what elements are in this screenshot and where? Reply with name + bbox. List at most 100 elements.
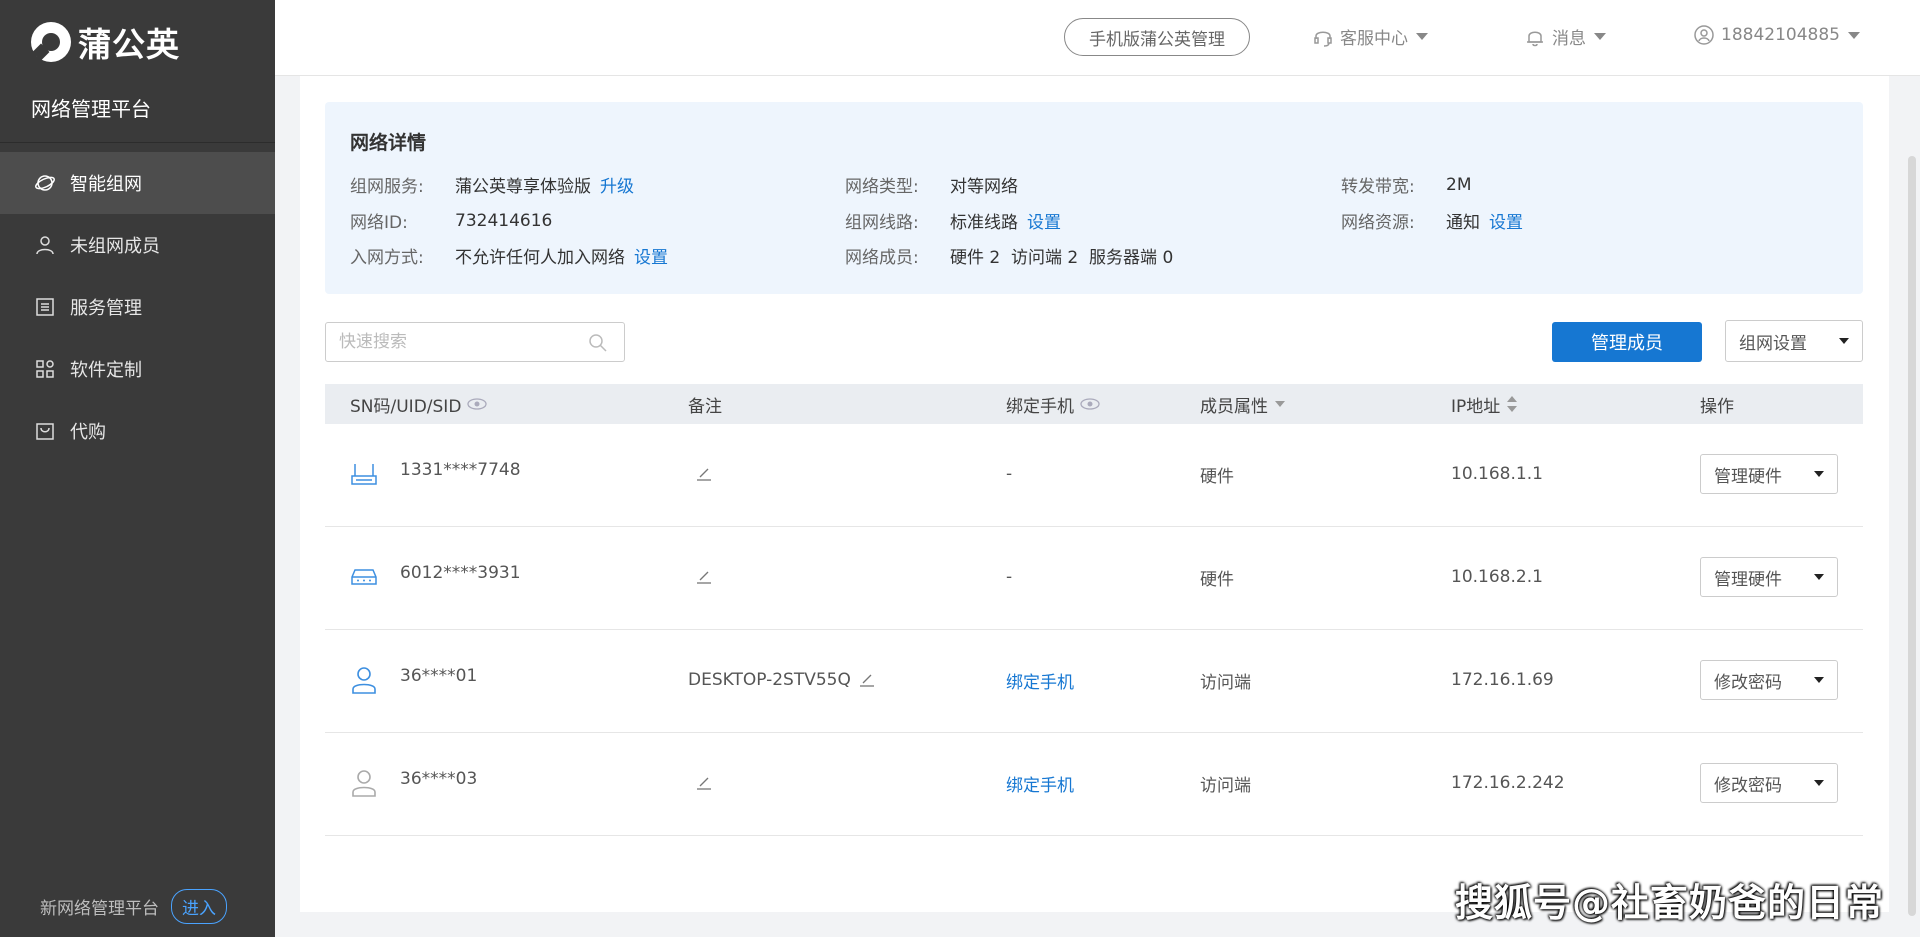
col-action: 操作 (1700, 396, 1734, 417)
bag-icon (36, 423, 54, 440)
sidebar-item-label: 服务管理 (70, 298, 142, 319)
side-nav: 智能组网 未组网成员 服务管理 软件定制 代购 (0, 152, 275, 462)
bind-phone-link[interactable]: 绑定手机 (1006, 733, 1074, 833)
network-settings-label: 组网设置 (1739, 333, 1807, 354)
detail-label: 网络资源: (1341, 213, 1415, 233)
sidebar-item-purchase[interactable]: 代购 (0, 400, 275, 462)
row-action-label: 管理硬件 (1714, 569, 1782, 590)
sidebar-item-label: 代购 (70, 422, 106, 443)
caret-down-icon (1814, 780, 1824, 786)
account-menu[interactable]: 18842104885 (1693, 24, 1860, 46)
detail-value: 对等网络 (950, 177, 1018, 197)
table-row: 1331****7748 - 硬件 10.168.1.1 管理硬件 (325, 424, 1863, 527)
col-ip-label: IP地址 (1451, 396, 1501, 417)
main-panel: 网络详情 组网服务: 蒲公英尊享体验版 升级 网络类型: 对等网络 转发带宽: … (300, 76, 1889, 912)
member-attr: 硬件 (1200, 569, 1234, 590)
headset-icon (1314, 31, 1332, 47)
member-sn: 6012****3931 (400, 563, 521, 583)
change-password-dropdown[interactable]: 修改密码 (1700, 763, 1838, 803)
caret-down-icon (1814, 471, 1824, 477)
mobile-management-button[interactable]: 手机版蒲公英管理 (1064, 18, 1250, 56)
detail-value: 通知 (1446, 213, 1480, 233)
member-icon-cell (350, 424, 378, 524)
search-icon[interactable] (588, 333, 608, 353)
user-offline-icon (352, 770, 376, 797)
support-label: 客服中心 (1340, 29, 1408, 49)
manage-hardware-dropdown[interactable]: 管理硬件 (1700, 454, 1838, 494)
enter-button[interactable]: 进入 (171, 889, 227, 924)
network-detail-box: 网络详情 组网服务: 蒲公英尊享体验版 升级 网络类型: 对等网络 转发带宽: … (325, 102, 1863, 294)
logo-icon (31, 22, 71, 62)
member-sn: 36****03 (400, 769, 478, 789)
col-sn-label: SN码/UID/SID (350, 396, 462, 417)
join-settings-link[interactable]: 设置 (634, 243, 668, 268)
sidebar-item-software-custom[interactable]: 软件定制 (0, 338, 275, 400)
sidebar-item-ungrouped-members[interactable]: 未组网成员 (0, 214, 275, 276)
edit-icon[interactable] (696, 467, 712, 481)
member-note (688, 733, 712, 833)
member-note-text: DESKTOP-2STV55Q (688, 670, 851, 690)
sort-icon (1507, 396, 1518, 412)
member-note (688, 527, 712, 627)
detail-join: 入网方式: 不允许任何人加入网络 设置 (350, 243, 668, 268)
detail-service: 组网服务: 蒲公英尊享体验版 升级 (350, 172, 634, 197)
detail-members: 网络成员: 硬件 2 访问端 2 服务器端 0 (845, 243, 1173, 268)
caret-down-icon (1814, 574, 1824, 580)
platform-title: 网络管理平台 (31, 97, 151, 121)
col-attr[interactable]: 成员属性 (1200, 384, 1286, 424)
col-ip[interactable]: IP地址 (1451, 384, 1518, 424)
eye-icon[interactable] (1080, 398, 1100, 410)
eye-icon[interactable] (467, 398, 488, 410)
sidebar-item-service-management[interactable]: 服务管理 (0, 276, 275, 338)
chevron-down-icon (1416, 33, 1428, 40)
member-sn: 36****01 (400, 666, 478, 686)
resource-settings-link[interactable]: 设置 (1489, 208, 1523, 233)
caret-down-icon (1814, 677, 1824, 683)
member-icon-cell (350, 630, 378, 730)
member-ip: 172.16.2.242 (1451, 773, 1565, 793)
bell-icon (1527, 31, 1543, 46)
manage-hardware-dropdown[interactable]: 管理硬件 (1700, 557, 1838, 597)
row-action-label: 修改密码 (1714, 775, 1782, 796)
detail-value: 硬件 2 访问端 2 服务器端 0 (950, 248, 1174, 268)
network-icon (35, 175, 55, 191)
change-password-dropdown[interactable]: 修改密码 (1700, 660, 1838, 700)
manage-members-button[interactable]: 管理成员 (1552, 322, 1702, 362)
messages-menu[interactable]: 消息 (1524, 24, 1606, 49)
edit-icon[interactable] (696, 776, 712, 790)
new-platform-text: 新网络管理平台 (40, 899, 159, 919)
col-sn: SN码/UID/SID (350, 384, 488, 424)
detail-label: 网络ID: (350, 213, 408, 233)
support-menu[interactable]: 客服中心 (1312, 24, 1428, 49)
bind-phone-link[interactable]: 绑定手机 (1006, 630, 1074, 730)
row-action-label: 管理硬件 (1714, 466, 1782, 487)
col-attr-label: 成员属性 (1200, 396, 1268, 417)
edit-icon[interactable] (696, 570, 712, 584)
member-ip: 10.168.2.1 (1451, 567, 1543, 587)
detail-value: 标准线路 (950, 213, 1018, 233)
detail-value: 蒲公英尊享体验版 (455, 177, 591, 197)
messages-label: 消息 (1552, 29, 1586, 49)
sidebar-item-label: 未组网成员 (70, 236, 160, 257)
search-input[interactable] (339, 332, 579, 352)
member-icon-cell (350, 527, 378, 627)
member-note: DESKTOP-2STV55Q (688, 630, 875, 730)
member-ip: 10.168.1.1 (1451, 464, 1543, 484)
network-settings-dropdown[interactable]: 组网设置 (1725, 320, 1863, 362)
detail-bandwidth: 转发带宽: 2M (1341, 172, 1471, 198)
user-icon (36, 236, 54, 255)
sidebar-item-label: 智能组网 (70, 174, 142, 195)
sidebar-footer: 新网络管理平台 进入 (40, 889, 227, 924)
scrollbar[interactable] (1908, 156, 1916, 916)
detail-label: 网络成员: (845, 248, 919, 268)
detail-label: 组网服务: (350, 177, 424, 197)
logo[interactable]: 蒲公英 (31, 18, 180, 66)
account-label: 18842104885 (1721, 25, 1840, 45)
upgrade-link[interactable]: 升级 (600, 172, 634, 197)
sidebar-item-smart-network[interactable]: 智能组网 (0, 152, 275, 214)
detail-label: 组网线路: (845, 213, 919, 233)
route-settings-link[interactable]: 设置 (1027, 208, 1061, 233)
list-icon (36, 298, 54, 316)
edit-icon[interactable] (859, 673, 875, 687)
member-sn: 1331****7748 (400, 460, 521, 480)
